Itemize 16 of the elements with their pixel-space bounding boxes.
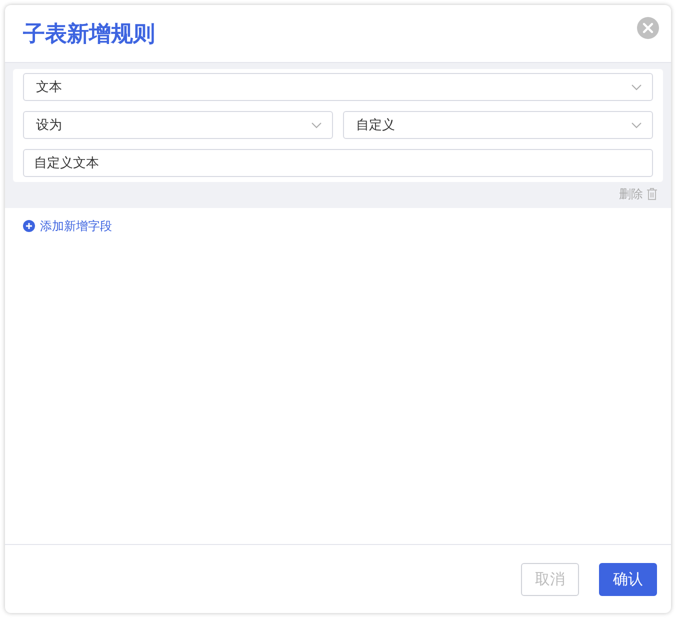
- dialog-title: 子表新增规则: [23, 20, 155, 48]
- select-value: 自定义: [356, 117, 395, 134]
- source-select[interactable]: 自定义: [343, 111, 653, 139]
- chevron-down-icon: [631, 122, 642, 128]
- add-field-link[interactable]: 添加新增字段: [23, 218, 112, 234]
- text-input[interactable]: 自定义文本: [23, 149, 653, 177]
- action-select[interactable]: 设为: [23, 111, 333, 139]
- field-select[interactable]: 文本: [23, 73, 653, 101]
- close-icon[interactable]: [637, 17, 659, 39]
- select-value: 文本: [36, 79, 62, 96]
- plus-circle-icon: [23, 220, 35, 232]
- confirm-button[interactable]: 确认: [599, 562, 657, 596]
- chevron-down-icon: [631, 84, 642, 90]
- select-value: 设为: [36, 117, 62, 134]
- trash-icon[interactable]: [647, 188, 657, 200]
- chevron-down-icon: [311, 122, 322, 128]
